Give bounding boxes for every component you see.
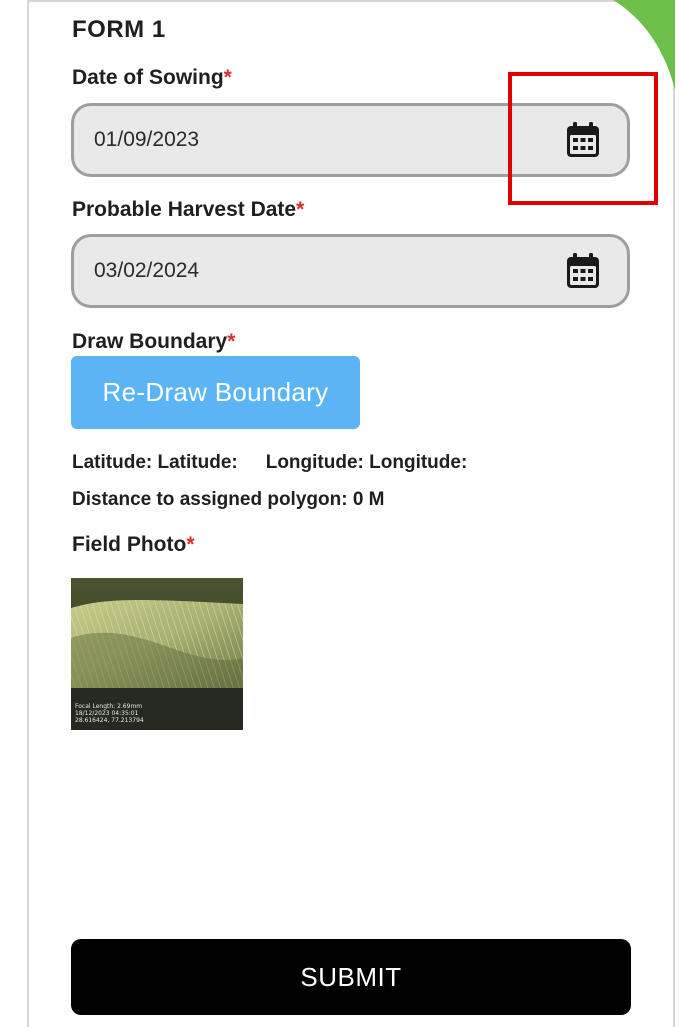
sowing-date-label-text: Date of Sowing (72, 66, 224, 89)
required-asterisk: * (296, 198, 305, 221)
harvest-date-label: Probable Harvest Date* (72, 198, 304, 222)
latitude-label: Latitude: (72, 452, 153, 473)
sowing-date-value: 01/09/2023 (94, 128, 200, 151)
harvest-date-label-text: Probable Harvest Date (72, 198, 297, 221)
form-title: FORM 1 (72, 16, 166, 43)
field-photo-label-text: Field Photo (72, 533, 187, 556)
photo-caption-line: 28.616424, 77.213794 (75, 717, 144, 724)
longitude-value: Longitude: (369, 452, 468, 473)
draw-boundary-label: Draw Boundary* (72, 330, 235, 354)
field-photo-thumbnail[interactable]: Focal Length: 2.69mm 18/12/2023 04:35:01… (71, 578, 243, 730)
photo-caption-line: Focal Length: 2.69mm (75, 703, 143, 710)
submit-button[interactable]: SUBMIT (71, 939, 631, 1015)
sowing-date-label: Date of Sowing* (72, 66, 232, 90)
distance-to-polygon: Distance to assigned polygon: 0 M (72, 489, 385, 510)
corner-accent (613, 0, 675, 90)
harvest-date-field[interactable]: 03/02/2024 (71, 234, 630, 308)
longitude-label: Longitude: (265, 452, 364, 473)
latitude-value: Latitude: (157, 452, 238, 473)
coordinates-line: Latitude: Latitude: Longitude: Longitude: (72, 452, 467, 474)
required-asterisk: * (227, 330, 236, 353)
required-asterisk: * (186, 533, 195, 556)
calendar-icon[interactable] (565, 252, 601, 290)
harvest-date-value: 03/02/2024 (94, 259, 200, 282)
calendar-icon[interactable] (565, 121, 601, 159)
field-photo-label: Field Photo* (72, 533, 195, 557)
draw-boundary-label-text: Draw Boundary (72, 330, 228, 353)
photo-caption-line: 18/12/2023 04:35:01 (75, 710, 139, 717)
redraw-boundary-button[interactable]: Re-Draw Boundary (71, 356, 360, 429)
sowing-date-field[interactable]: 01/09/2023 (71, 103, 630, 177)
photo-caption: Focal Length: 2.69mm 18/12/2023 04:35:01… (75, 703, 144, 724)
required-asterisk: * (223, 66, 232, 89)
